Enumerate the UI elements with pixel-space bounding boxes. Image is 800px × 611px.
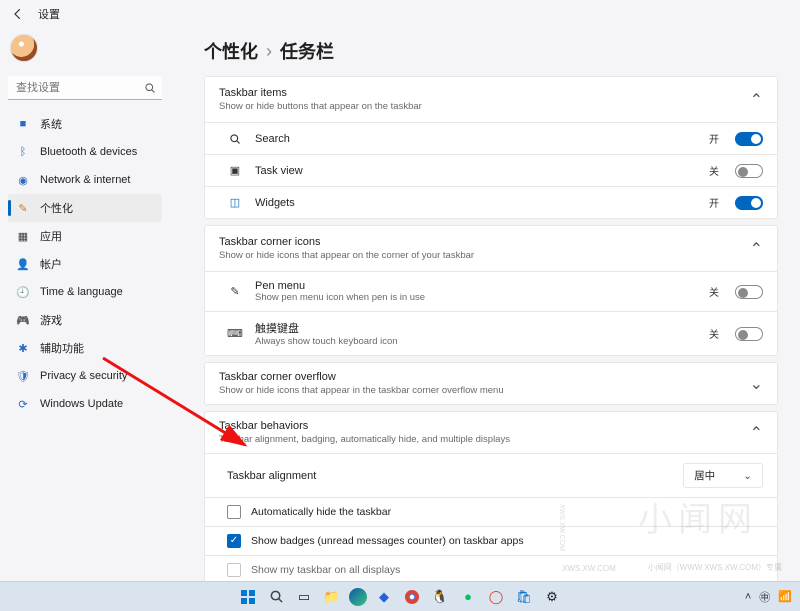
opt-badges[interactable]: Show badges (unread messages counter) on… xyxy=(205,526,777,555)
sidebar-item-accounts[interactable]: 👤帐户 xyxy=(8,250,162,278)
taskbar-wechat-icon[interactable]: ● xyxy=(457,586,479,608)
search-icon xyxy=(227,133,243,145)
main-content: 个性化 › 任务栏 Taskbar items Show or hide but… xyxy=(170,24,800,581)
taskbar-qq-icon[interactable]: 🐧 xyxy=(429,586,451,608)
watermark-url2: 小闻网（WWW.XWS.XW.COM）专属 xyxy=(648,562,782,573)
widgets-icon: ◫ xyxy=(227,196,243,209)
sidebar-item-time[interactable]: 🕘Time & language xyxy=(8,278,162,306)
row-touchkb: ⌨ 触摸键盘 Always show touch keyboard icon 关 xyxy=(205,311,777,355)
section-header-overflow[interactable]: Taskbar corner overflow Show or hide ico… xyxy=(205,363,777,404)
user-profile[interactable] xyxy=(8,30,162,72)
taskbar-search-icon[interactable] xyxy=(265,586,287,608)
sidebar-item-gaming[interactable]: 🎮游戏 xyxy=(8,306,162,334)
back-button[interactable] xyxy=(10,6,26,22)
tray-network-icon[interactable]: 📶 xyxy=(778,590,792,603)
row-alignment: Taskbar alignment 居中 ⌄ xyxy=(205,453,777,497)
taskbar: ▭ 📁 ◆ 🐧 ● ◯ 🛍 ⚙ ˄ ㊥ 📶 xyxy=(0,581,800,611)
apps-icon: ▦ xyxy=(16,230,30,243)
watermark-side: XWS.XW.COM xyxy=(555,504,565,551)
section-header-items[interactable]: Taskbar items Show or hide buttons that … xyxy=(205,77,777,122)
sidebar-item-system[interactable]: ■系统 xyxy=(8,110,162,138)
breadcrumb: 个性化 › 任务栏 xyxy=(204,38,778,64)
row-search: Search 开 xyxy=(205,122,777,154)
person-icon: 👤 xyxy=(16,258,30,271)
taskbar-edge-icon[interactable] xyxy=(349,588,367,606)
tray-chevron-icon[interactable]: ˄ xyxy=(745,591,751,603)
clock-icon: 🕘 xyxy=(16,286,30,299)
section-corner-icons: Taskbar corner icons Show or hide icons … xyxy=(204,225,778,356)
row-pen: ✎ Pen menu Show pen menu icon when pen i… xyxy=(205,271,777,311)
row-widgets: ◫ Widgets 开 xyxy=(205,186,777,218)
chevron-up-icon: ⌃ xyxy=(750,90,763,110)
sidebar-item-bluetooth[interactable]: ᛒBluetooth & devices xyxy=(8,138,162,166)
toggle-pen[interactable] xyxy=(735,285,763,299)
game-icon: 🎮 xyxy=(16,314,30,327)
breadcrumb-parent[interactable]: 个性化 xyxy=(204,38,258,64)
taskbar-explorer-icon[interactable]: 📁 xyxy=(321,586,343,608)
section-behaviors: Taskbar behaviors Taskbar alignment, bad… xyxy=(204,411,778,581)
avatar xyxy=(10,34,38,62)
taskbar-app2-icon[interactable]: ◯ xyxy=(485,586,507,608)
chevron-up-icon: ⌃ xyxy=(750,423,763,443)
sidebar-item-privacy[interactable]: 🛡Privacy & security xyxy=(8,362,162,390)
search-box[interactable] xyxy=(8,76,162,100)
watermark-url1: XWS.XW.COM xyxy=(562,564,616,573)
accessibility-icon: ✱ xyxy=(16,342,30,355)
toggle-search[interactable] xyxy=(735,132,763,146)
taskbar-settings-icon[interactable]: ⚙ xyxy=(541,586,563,608)
taskview-icon: ▣ xyxy=(227,164,243,177)
checkbox-autohide[interactable] xyxy=(227,505,241,519)
chevron-up-icon: ⌃ xyxy=(750,239,763,259)
monitor-icon: ■ xyxy=(16,118,30,130)
checkbox-badges[interactable] xyxy=(227,534,241,548)
start-button[interactable] xyxy=(237,586,259,608)
alignment-dropdown[interactable]: 居中 ⌄ xyxy=(683,463,763,488)
sidebar-item-update[interactable]: ⟳Windows Update xyxy=(8,390,162,418)
sidebar-item-accessibility[interactable]: ✱辅助功能 xyxy=(8,334,162,362)
chevron-down-icon: ⌄ xyxy=(750,374,763,394)
bluetooth-icon: ᛒ xyxy=(16,146,30,158)
toggle-touchkb[interactable] xyxy=(735,327,763,341)
taskbar-app-icon[interactable]: ◆ xyxy=(373,586,395,608)
sidebar-item-personalization[interactable]: ✎个性化 xyxy=(8,194,162,222)
app-title: 设置 xyxy=(38,6,60,22)
system-tray[interactable]: ˄ ㊥ 📶 xyxy=(745,589,792,605)
search-icon xyxy=(144,81,156,99)
keyboard-icon: ⌨ xyxy=(227,327,243,340)
checkbox-all-displays xyxy=(227,563,241,577)
section-taskbar-items: Taskbar items Show or hide buttons that … xyxy=(204,76,778,219)
sidebar-item-network[interactable]: ◉Network & internet xyxy=(8,166,162,194)
section-overflow: Taskbar corner overflow Show or hide ico… xyxy=(204,362,778,405)
section-header-corner[interactable]: Taskbar corner icons Show or hide icons … xyxy=(205,226,777,271)
section-header-behaviors[interactable]: Taskbar behaviors Taskbar alignment, bad… xyxy=(205,412,777,453)
sidebar: ■系统 ᛒBluetooth & devices ◉Network & inte… xyxy=(0,24,170,581)
toggle-taskview[interactable] xyxy=(735,164,763,178)
shield-icon: 🛡 xyxy=(16,370,30,383)
tray-ime-icon[interactable]: ㊥ xyxy=(759,589,770,605)
breadcrumb-current: 任务栏 xyxy=(280,38,334,64)
toggle-widgets[interactable] xyxy=(735,196,763,210)
row-taskview: ▣ Task view 关 xyxy=(205,154,777,186)
taskbar-taskview-icon[interactable]: ▭ xyxy=(293,586,315,608)
chevron-right-icon: › xyxy=(266,41,272,62)
taskbar-store-icon[interactable]: 🛍 xyxy=(513,586,535,608)
search-input[interactable] xyxy=(8,76,162,100)
opt-autohide[interactable]: Automatically hide the taskbar xyxy=(205,497,777,526)
pen-icon: ✎ xyxy=(227,285,243,298)
wifi-icon: ◉ xyxy=(16,174,30,187)
update-icon: ⟳ xyxy=(16,398,30,411)
brush-icon: ✎ xyxy=(16,202,30,215)
taskbar-chrome-icon[interactable] xyxy=(401,586,423,608)
chevron-down-icon: ⌄ xyxy=(743,470,752,482)
sidebar-item-apps[interactable]: ▦应用 xyxy=(8,222,162,250)
